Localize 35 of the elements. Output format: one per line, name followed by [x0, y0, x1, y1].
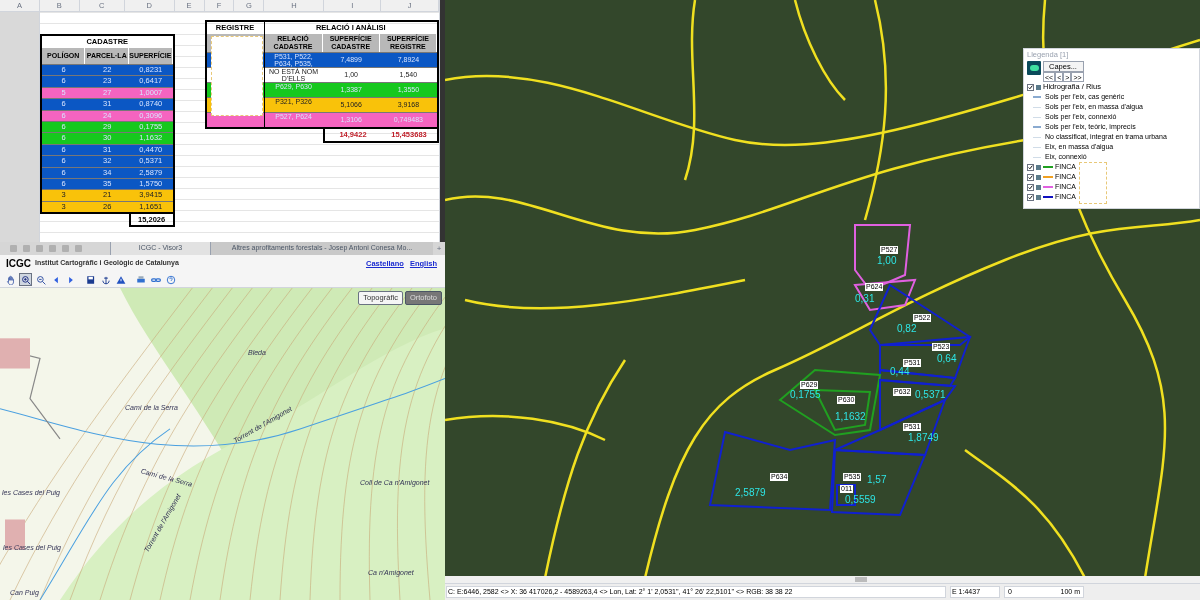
layer-checkbox[interactable]	[1027, 83, 1034, 91]
parcel-area: 0,1755	[790, 390, 821, 400]
toolbar-button[interactable]	[84, 273, 97, 286]
site-logo: ICGC	[6, 257, 31, 271]
scrollbar[interactable]	[445, 576, 1200, 584]
line-symbol	[1033, 136, 1041, 138]
hand-icon	[5, 274, 16, 285]
printer-icon	[135, 274, 146, 285]
new-tab-button[interactable]: +	[433, 242, 445, 255]
line-symbol	[1033, 156, 1041, 158]
parcel-area: 1,57	[867, 475, 887, 485]
layer-checkbox[interactable]	[1027, 183, 1034, 191]
zoom-in-icon	[20, 274, 31, 285]
blank-image-placeholder	[1079, 162, 1107, 204]
line-symbol	[1033, 146, 1041, 148]
line-symbol	[1033, 116, 1041, 118]
toolbar-button[interactable]	[34, 273, 47, 286]
line-symbol	[1033, 106, 1041, 108]
layer-checkbox[interactable]	[1027, 163, 1034, 171]
parcel-area: 2,5879	[735, 488, 766, 498]
map-layer-icon	[1027, 61, 1041, 75]
parcel-area: 1,00	[877, 256, 897, 266]
layer-checkbox[interactable]	[1027, 193, 1034, 201]
parcel-area: 0,64	[937, 354, 957, 364]
anchor-icon	[100, 274, 111, 285]
parcel-area: 1,1632	[835, 412, 866, 422]
toolbar-button[interactable]	[134, 273, 147, 286]
help-icon	[165, 274, 176, 285]
parcel-area: 0,5371	[915, 390, 946, 400]
zoom-out-icon	[35, 274, 46, 285]
parcel-area: 0,82	[897, 324, 917, 334]
check-icon	[1028, 84, 1033, 90]
layer-checkbox[interactable]	[1027, 173, 1034, 181]
toolbar-button[interactable]	[19, 273, 32, 286]
layer-icon	[1036, 84, 1041, 90]
